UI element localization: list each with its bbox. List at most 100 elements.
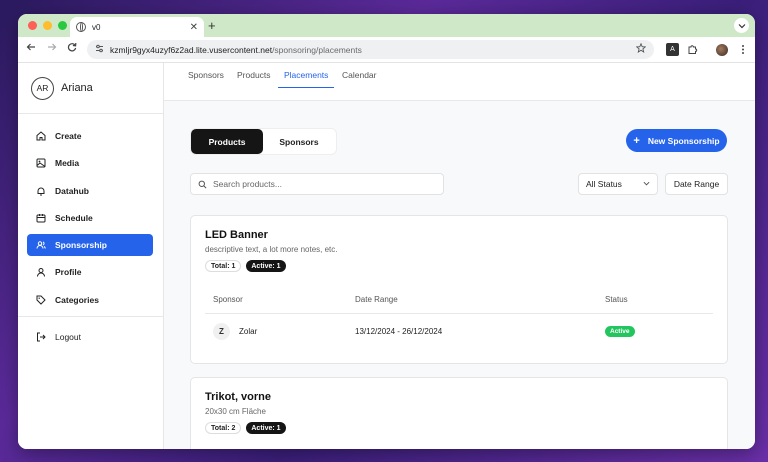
star-icon <box>635 42 647 53</box>
status-badge: Active <box>605 326 635 337</box>
site-settings-icon[interactable] <box>95 44 104 55</box>
date-range-button[interactable]: Date Range <box>665 173 728 195</box>
sidebar-item-label: Datahub <box>55 185 89 196</box>
back-button[interactable] <box>26 42 36 55</box>
column-status: Status <box>605 295 628 304</box>
card-title: Trikot, vorne <box>205 391 272 403</box>
status-filter-value: All Status <box>586 179 622 189</box>
app-content: AR Ariana Create Media Datahub Schedule … <box>18 63 755 449</box>
sponsor-avatar: Z <box>213 323 230 340</box>
address-bar[interactable]: kzmljr9gyx4uzyf6z2ad.lite.vusercontent.n… <box>87 40 654 59</box>
sidebar-item-sponsorship[interactable]: Sponsorship <box>27 234 153 257</box>
sidebar-item-label: Media <box>55 158 80 169</box>
active-badge: Active: 1 <box>246 422 286 434</box>
sidebar-item-label: Sponsorship <box>55 240 107 251</box>
products-toggle-button[interactable]: Products <box>191 129 263 154</box>
maximize-window-button[interactable] <box>58 21 67 30</box>
sidebar-item-profile[interactable]: Profile <box>27 261 153 283</box>
logout-label: Logout <box>55 332 81 343</box>
sidebar-item-datahub[interactable]: Datahub <box>27 180 153 202</box>
main-content: Products Sponsors + New Sponsorship Sear… <box>164 101 755 449</box>
search-icon <box>198 180 207 188</box>
sidebar-item-categories[interactable]: Categories <box>27 289 153 311</box>
puzzle-icon <box>688 45 698 54</box>
extension-a-icon[interactable]: A <box>666 43 679 56</box>
column-date-range: Date Range <box>355 295 398 304</box>
avatar: AR <box>31 76 54 100</box>
sidebar-item-label: Categories <box>55 294 99 305</box>
profile-avatar-icon[interactable] <box>715 43 728 56</box>
reload-icon <box>67 42 77 52</box>
new-tab-button[interactable]: + <box>208 18 216 33</box>
tab-products[interactable]: Products <box>237 70 271 87</box>
user-icon <box>37 268 45 278</box>
tab-strip: v0 ✕ + <box>18 14 755 37</box>
sidebar-nav: Create Media Datahub Schedule Sponsorshi… <box>18 114 163 311</box>
home-icon <box>36 131 46 141</box>
plus-icon: + <box>633 134 640 147</box>
card-badges: Total: 1 Active: 1 <box>205 260 286 272</box>
tab-placements[interactable]: Placements <box>278 70 335 88</box>
calendar-icon <box>36 213 46 223</box>
card-description: 20x30 cm Fläche <box>205 407 266 416</box>
tag-icon <box>36 295 46 305</box>
table-row[interactable]: Z Zolar 13/12/2024 - 26/12/2024 Active <box>205 314 713 348</box>
status-filter-select[interactable]: All Status <box>578 173 658 195</box>
search-placeholder: Search products... <box>213 179 282 189</box>
logout-icon <box>37 332 46 342</box>
profile-photo <box>715 43 728 56</box>
window-controls <box>28 21 67 30</box>
tab-search-button[interactable] <box>734 18 749 33</box>
card-title: LED Banner <box>205 229 268 241</box>
table-header: Sponsor Date Range Status <box>205 286 713 314</box>
extensions-puzzle-icon[interactable] <box>686 43 699 56</box>
tab-calendar[interactable]: Calendar <box>342 70 377 87</box>
sponsors-toggle-button[interactable]: Sponsors <box>263 129 335 154</box>
sidebar-item-label: Profile <box>55 267 82 278</box>
reload-button[interactable] <box>67 42 77 55</box>
user-profile-header[interactable]: AR Ariana <box>18 63 163 114</box>
sidebar-item-media[interactable]: Media <box>27 152 153 174</box>
image-icon <box>36 158 46 168</box>
browser-menu-button[interactable] <box>736 43 749 56</box>
sidebar-item-create[interactable]: Create <box>27 125 153 147</box>
sidebar-item-label: Schedule <box>55 212 93 223</box>
user-name: Ariana <box>61 82 93 94</box>
sponsor-date-range: 13/12/2024 - 26/12/2024 <box>355 327 443 336</box>
new-sponsorship-label: New Sponsorship <box>647 135 720 146</box>
browser-tab[interactable]: v0 ✕ <box>70 17 204 37</box>
placement-card: Trikot, vorne 20x30 cm Fläche Total: 2 A… <box>190 377 728 449</box>
sidebar: AR Ariana Create Media Datahub Schedule … <box>18 63 164 449</box>
bookmark-star-icon[interactable] <box>635 42 647 56</box>
close-tab-icon[interactable]: ✕ <box>190 22 198 33</box>
logout-section: Logout <box>27 326 154 348</box>
logout-button[interactable]: Logout <box>27 326 154 348</box>
tab-sponsors[interactable]: Sponsors <box>188 70 224 87</box>
users-icon <box>36 241 46 249</box>
total-badge: Total: 1 <box>205 260 242 272</box>
bell-icon <box>37 187 45 196</box>
chevron-down-icon <box>738 23 745 28</box>
browser-window: v0 ✕ + kzmljr9gyx4uzyf6z2ad.lite.vuserco… <box>18 14 755 449</box>
chevron-down-icon <box>643 180 650 189</box>
card-badges: Total: 2 Active: 1 <box>205 422 286 434</box>
sidebar-item-schedule[interactable]: Schedule <box>27 207 153 229</box>
total-badge: Total: 2 <box>205 422 242 434</box>
close-window-button[interactable] <box>28 21 37 30</box>
view-toggle: Products Sponsors <box>191 129 336 154</box>
forward-button[interactable] <box>47 42 57 55</box>
tune-icon <box>96 44 103 53</box>
tab-title: v0 <box>92 22 101 32</box>
url-path: /sponsoring/placements <box>272 44 362 55</box>
sidebar-item-label: Create <box>55 131 82 141</box>
sidebar-divider <box>18 316 163 318</box>
url-host: kzmljr9gyx4uzyf6z2ad.lite.vusercontent.n… <box>110 44 273 55</box>
active-badge: Active: 1 <box>246 260 286 272</box>
search-input[interactable]: Search products... <box>190 173 444 195</box>
minimize-window-button[interactable] <box>43 21 52 30</box>
arrow-right-icon <box>48 43 57 51</box>
new-sponsorship-button[interactable]: + New Sponsorship <box>626 129 727 152</box>
arrow-left-icon <box>26 43 35 51</box>
column-sponsor: Sponsor <box>213 295 243 304</box>
placement-card: LED Banner descriptive text, a lot more … <box>190 215 728 364</box>
